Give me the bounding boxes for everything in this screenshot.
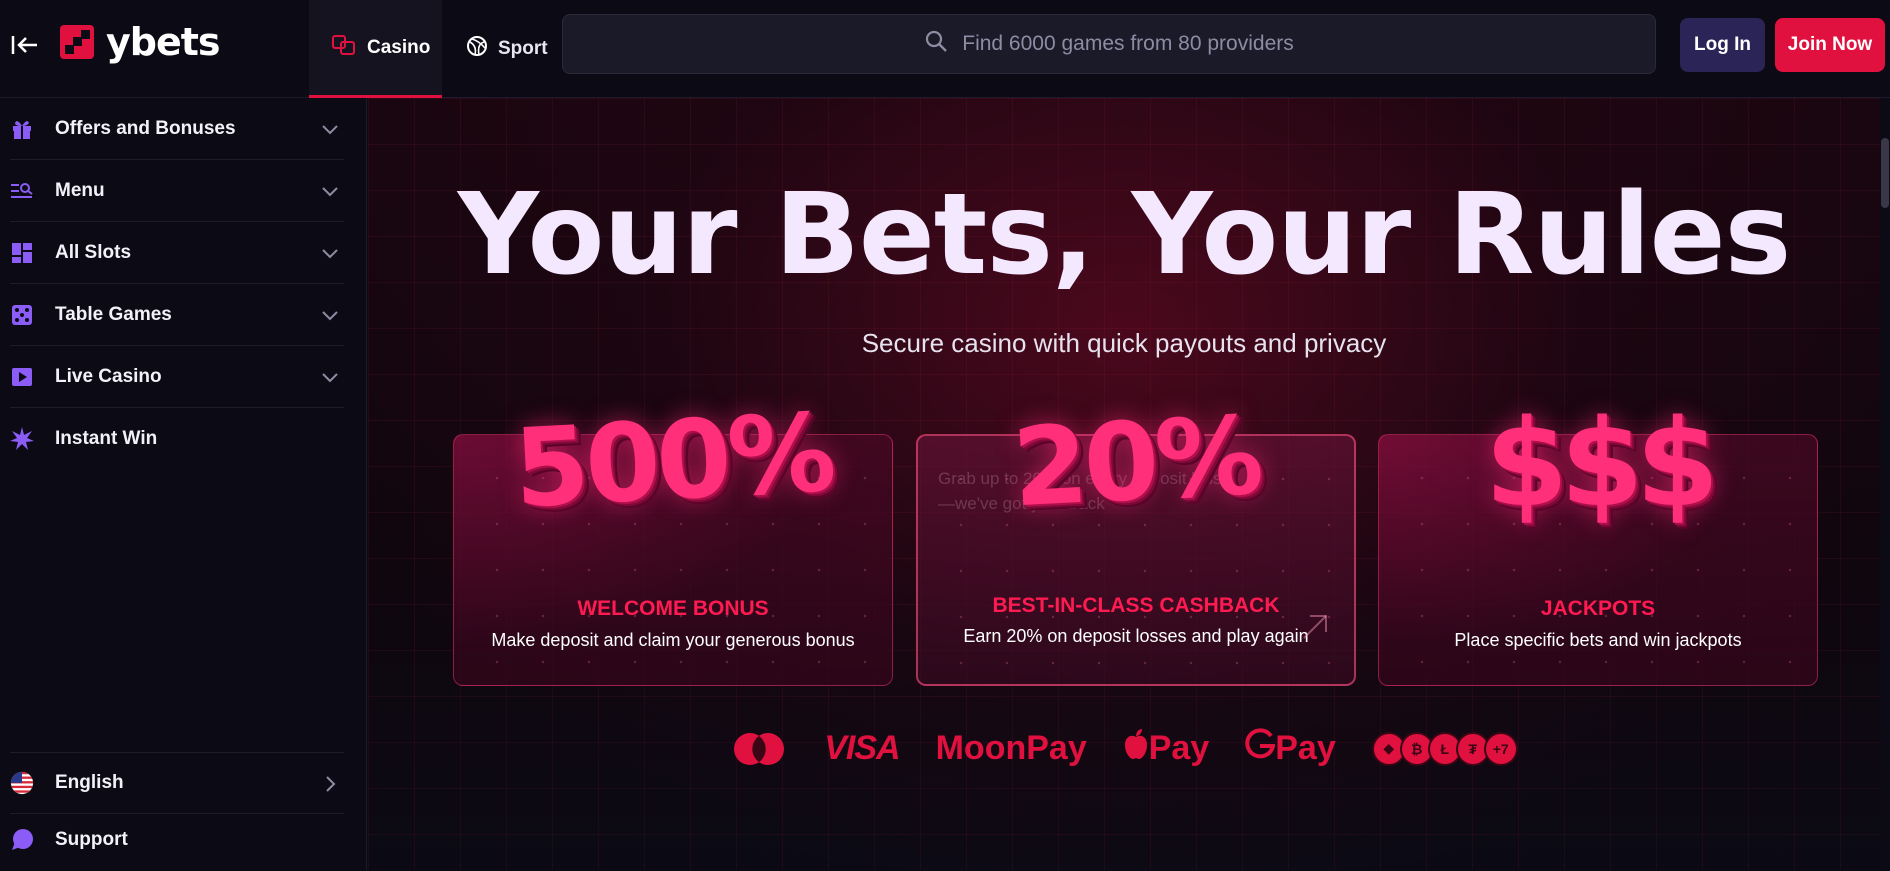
crypto-coins: ◆ ₿ Ł ₮ +7 — [1371, 731, 1518, 766]
sidebar-item-live-casino[interactable]: Live Casino — [10, 346, 344, 408]
sidebar-item-label: Table Games — [55, 303, 172, 325]
sidebar-item-label: All Slots — [55, 241, 132, 263]
dice-icon — [10, 303, 34, 327]
promo-card-description: Make deposit and claim your generous bon… — [491, 630, 855, 650]
brand-logo[interactable]: ybets — [60, 20, 221, 64]
promo-big-number: $$$ — [1484, 395, 1720, 534]
brand-name: ybets — [106, 20, 221, 64]
promo-card-cashback[interactable]: Grab up to 20% on every deposit loss—we'… — [916, 394, 1356, 686]
top-bar: ybets Casino Sport Find 6000 games from … — [0, 0, 1890, 98]
tab-casino-label: Casino — [367, 36, 431, 58]
chevron-down-icon[interactable] — [320, 367, 340, 392]
google-pay-logo: Pay — [1245, 728, 1336, 769]
menu-search-icon — [10, 179, 34, 203]
ball-icon — [466, 35, 488, 63]
promo-big-number: 20% — [1009, 393, 1263, 532]
chat-bubble-icon — [10, 828, 34, 852]
sidebar-item-label: Instant Win — [55, 428, 158, 449]
google-g-icon — [1245, 728, 1276, 769]
search-input[interactable]: Find 6000 games from 80 providers — [562, 14, 1656, 74]
apple-icon — [1123, 728, 1149, 769]
sidebar: Offers and Bonuses Menu All Slots Table … — [0, 98, 367, 870]
sidebar-item-table-games[interactable]: Table Games — [10, 284, 344, 346]
moonpay-logo: MoonPay — [935, 729, 1087, 767]
apple-pay-logo: Pay — [1123, 728, 1210, 769]
us-flag-icon — [10, 771, 34, 795]
chevron-down-icon[interactable] — [320, 243, 340, 268]
visa-logo: VISA — [824, 729, 900, 767]
promo-card-jackpots[interactable]: $$$ JACKPOTS Place specific bets and win… — [1378, 395, 1818, 686]
sidebar-item-label: Support — [55, 829, 128, 850]
join-now-button[interactable]: Join Now — [1775, 18, 1885, 72]
scrollbar-thumb[interactable] — [1881, 138, 1889, 208]
main-content: Your Bets, Your Rules Secure casino with… — [368, 98, 1880, 870]
mastercard-icon — [730, 731, 788, 767]
promo-card-description: Place specific bets and win jackpots — [1454, 630, 1742, 650]
login-button[interactable]: Log In — [1680, 18, 1765, 72]
sidebar-item-support[interactable]: Support — [10, 809, 344, 871]
search-icon — [924, 29, 948, 59]
sidebar-item-label: Menu — [55, 179, 105, 201]
tab-sport-label: Sport — [498, 38, 548, 59]
promo-card-title: JACKPOTS — [1540, 597, 1656, 620]
chevron-down-icon[interactable] — [320, 305, 340, 330]
apple-pay-label: Pay — [1148, 729, 1210, 767]
chevron-right-icon[interactable] — [320, 774, 340, 799]
hero-subtitle: Secure casino with quick payouts and pri… — [861, 328, 1387, 358]
slots-grid-icon — [10, 241, 34, 265]
payment-methods: VISA MoonPay Pay Pay ◆ ₿ Ł ₮ +7 — [368, 728, 1880, 769]
tab-casino[interactable]: Casino — [309, 0, 442, 98]
play-icon — [10, 365, 34, 389]
sidebar-item-label: Live Casino — [55, 365, 162, 387]
burst-icon — [10, 427, 34, 451]
logo-mark-icon — [60, 25, 94, 59]
sidebar-item-label: English — [55, 772, 124, 793]
promo-big-number: 500% — [511, 390, 835, 533]
gift-icon — [10, 117, 34, 141]
google-pay-label: Pay — [1275, 729, 1336, 767]
chevron-down-icon[interactable] — [320, 119, 340, 144]
hero-title: Your Bets, Your Rules — [457, 170, 1792, 300]
sidebar-item-language[interactable]: English — [10, 752, 344, 814]
sidebar-item-label: Offers and Bonuses — [55, 117, 236, 139]
search-placeholder: Find 6000 games from 80 providers — [962, 32, 1294, 55]
promo-card-title: WELCOME BONUS — [577, 597, 769, 620]
collapse-sidebar-icon[interactable] — [10, 30, 40, 60]
promo-card-title: BEST-IN-CLASS CASHBACK — [992, 594, 1280, 617]
arrow-up-right-icon — [1300, 612, 1330, 647]
scrollbar[interactable] — [1880, 98, 1890, 870]
chevron-down-icon[interactable] — [320, 181, 340, 206]
promo-card-description: Earn 20% on deposit losses and play agai… — [963, 626, 1309, 646]
more-coins-badge: +7 — [1483, 731, 1518, 766]
sidebar-item-instant-win[interactable]: Instant Win — [10, 408, 344, 470]
sidebar-item-all-slots[interactable]: All Slots — [10, 222, 344, 284]
tab-sport[interactable]: Sport — [444, 0, 564, 98]
sidebar-item-offers[interactable]: Offers and Bonuses — [10, 98, 344, 160]
dice-icon — [331, 34, 357, 62]
sidebar-item-menu[interactable]: Menu — [10, 160, 344, 222]
promo-card-welcome-bonus[interactable]: 500% WELCOME BONUS Make deposit and clai… — [453, 391, 893, 686]
